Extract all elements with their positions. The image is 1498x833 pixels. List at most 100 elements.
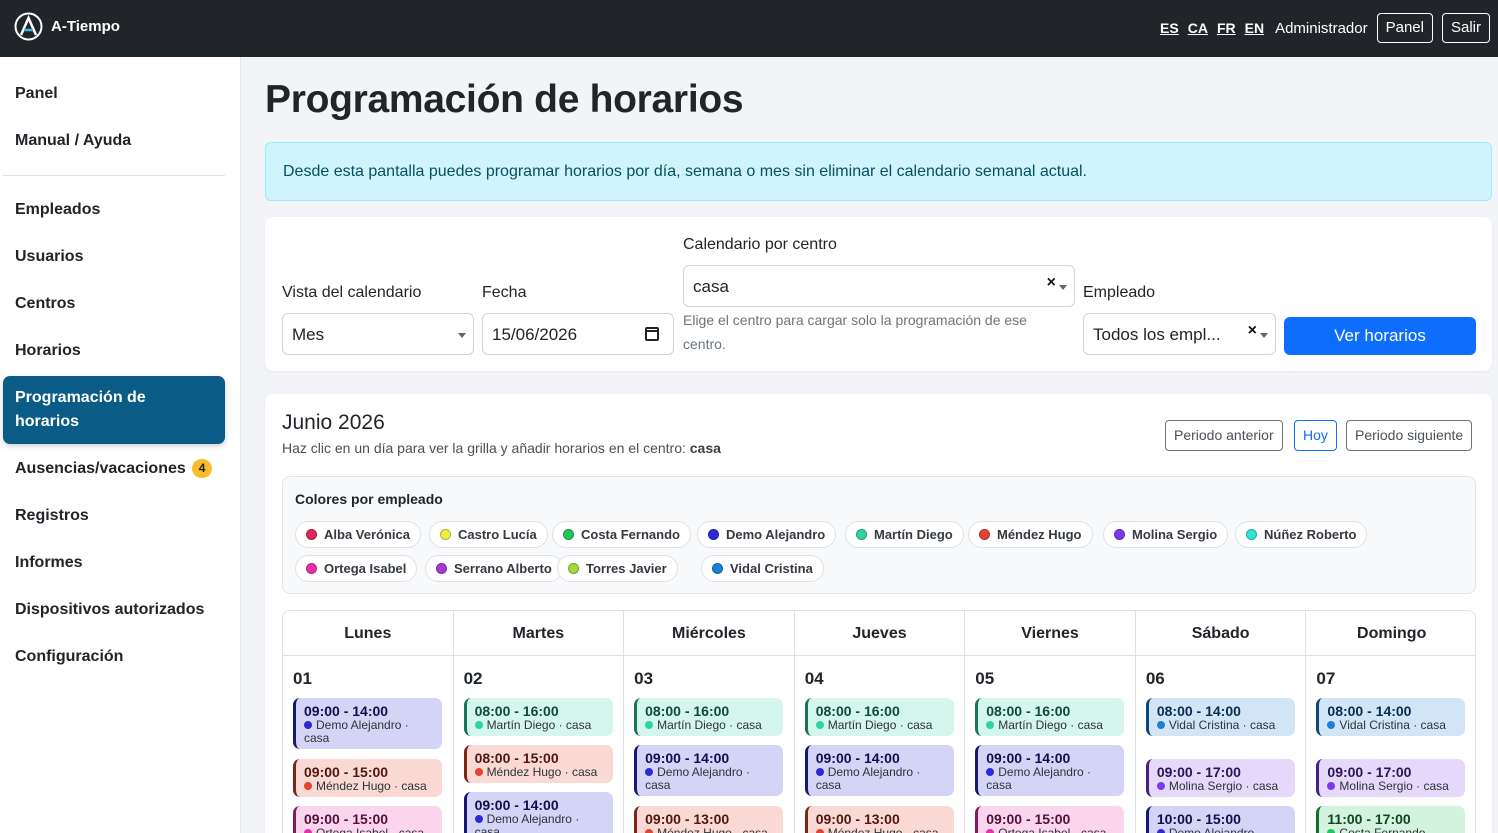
next-period-button[interactable]: Periodo siguiente <box>1346 420 1473 451</box>
day-number[interactable]: 02 <box>464 669 483 689</box>
shift-entry[interactable]: 08:00 - 16:00 Martín Diego · casa <box>975 698 1125 736</box>
lang-ca-link[interactable]: CA <box>1188 20 1208 36</box>
shift-entry[interactable]: 08:00 - 14:00 Vidal Cristina · casa <box>1145 698 1295 736</box>
color-dot-icon <box>986 768 995 776</box>
sidebar-item-usuarios[interactable]: Usuarios <box>3 245 225 269</box>
shift-entry[interactable]: 09:00 - 15:00 Ortega Isabel · casa <box>975 806 1125 833</box>
clear-icon[interactable]: × <box>1047 273 1056 293</box>
sidebar-item-panel[interactable]: Panel <box>3 82 225 106</box>
sidebar-item-configuracion[interactable]: Configuración <box>3 645 225 669</box>
employee-select[interactable]: Todos los empl... × <box>1083 313 1276 355</box>
sidebar-item-empleados[interactable]: Empleados <box>3 198 225 222</box>
day-number[interactable]: 06 <box>1146 669 1165 689</box>
day-column[interactable]: Jueves 04 08:00 - 16:00 Martín Diego · casa… <box>794 611 966 833</box>
day-column[interactable]: Miércoles 03 08:00 - 16:00 Martín Diego · c… <box>624 611 795 833</box>
prev-period-button[interactable]: Periodo anterior <box>1165 420 1283 451</box>
color-dot-icon <box>474 815 483 823</box>
day-number[interactable]: 05 <box>975 669 994 689</box>
brand[interactable]: A-Tiempo <box>14 12 120 41</box>
shift-entry[interactable]: 10:00 - 15:00Demo Alejandro · casa <box>1145 806 1295 833</box>
panel-button[interactable]: Panel <box>1376 13 1433 43</box>
calendar-icon[interactable] <box>645 327 659 341</box>
date-input[interactable]: 15/06/2026 <box>482 313 674 355</box>
lang-fr-link[interactable]: FR <box>1217 20 1236 36</box>
shift-employee-label: Martín Diego · casa <box>657 718 762 732</box>
ver-horarios-button[interactable]: Ver horarios <box>1284 317 1476 355</box>
shift-entry[interactable]: 08:00 - 16:00 Martín Diego · casa <box>634 698 784 736</box>
logout-button[interactable]: Salir <box>1441 13 1490 43</box>
calendar-card: Junio 2026 Haz clic en un día para ver l… <box>265 394 1492 833</box>
sidebar-item-horarios[interactable]: Horarios <box>3 339 225 363</box>
shift-entry[interactable]: 11:00 - 17:00Costa Fernando · casa <box>1316 806 1466 833</box>
sidebar-item-manual[interactable]: Manual / Ayuda <box>3 129 225 153</box>
sidebar-item-dispositivos[interactable]: Dispositivos autorizados <box>3 598 225 622</box>
shift-employee: Demo Alejandro · casa <box>304 719 434 745</box>
day-column[interactable]: Martes 02 08:00 - 16:00 Martín Diego · casa… <box>453 611 625 833</box>
shift-entry[interactable]: 09:00 - 14:00 Demo Alejandro · casa <box>463 792 613 833</box>
shift-entry[interactable]: 09:00 - 14:00 Demo Alejandro · casa <box>634 745 784 796</box>
weekday-header: Sábado <box>1135 611 1306 656</box>
shift-time: 08:00 - 14:00 <box>1156 703 1241 719</box>
shift-employee: Molina Sergio · casa <box>1327 780 1457 793</box>
shift-entry[interactable]: 08:00 - 15:00 Méndez Hugo · casa <box>463 745 613 783</box>
legend-chip: Costa Fernando <box>552 521 691 548</box>
shift-entry[interactable]: 09:00 - 14:00 Demo Alejandro · casa <box>293 698 442 749</box>
date-input-value: 15/06/2026 <box>492 325 578 344</box>
shift-entry[interactable]: 09:00 - 17:00 Molina Sergio · casa <box>1316 759 1466 797</box>
shift-entry[interactable]: 09:00 - 13:00 Méndez Hugo · casa <box>634 806 784 833</box>
shift-time: 09:00 - 17:00 <box>1327 764 1412 780</box>
shift-entry[interactable]: 08:00 - 16:00 Martín Diego · casa <box>804 698 954 736</box>
shift-employee: Martín Diego · casa <box>986 719 1116 732</box>
sidebar-item-ausencias[interactable]: Ausencias/vacaciones 4 <box>3 457 225 481</box>
sidebar-item-centros[interactable]: Centros <box>3 292 225 316</box>
month-grid: Lunes 01 09:00 - 14:00 Demo Alejandro · cas… <box>282 610 1476 833</box>
legend-chip-label: Molina Sergio <box>1132 527 1218 542</box>
legend-chip-label: Vidal Cristina <box>730 561 813 576</box>
color-dot-icon <box>1156 721 1165 729</box>
shift-entry[interactable]: 09:00 - 15:00 Méndez Hugo · casa <box>293 759 442 797</box>
shift-entry[interactable]: 08:00 - 16:00 Martín Diego · casa <box>463 698 613 736</box>
weekday-header: Lunes <box>283 611 453 656</box>
view-select[interactable]: Mes <box>282 313 474 355</box>
shift-entry[interactable]: 09:00 - 14:00 Demo Alejandro · casa <box>804 745 954 796</box>
info-alert: Desde esta pantalla puedes programar hor… <box>265 142 1492 201</box>
day-number[interactable]: 03 <box>634 669 653 689</box>
shift-time: 08:00 - 16:00 <box>986 703 1071 719</box>
shift-time: 09:00 - 13:00 <box>645 811 730 827</box>
color-dot-icon <box>1114 529 1125 540</box>
day-column[interactable]: Viernes 05 08:00 - 16:00 Martín Diego · cas… <box>965 611 1136 833</box>
color-dot-icon <box>563 529 574 540</box>
shift-entry[interactable]: 09:00 - 17:00 Molina Sergio · casa <box>1145 759 1295 797</box>
shift-entry[interactable]: 08:00 - 14:00 Vidal Cristina · casa <box>1316 698 1466 736</box>
shift-entry[interactable]: 09:00 - 13:00 Méndez Hugo · casa <box>804 806 954 833</box>
clear-icon[interactable]: × <box>1248 321 1257 341</box>
color-dot-icon <box>645 721 654 729</box>
day-column[interactable]: Domingo 07 08:00 - 14:00 Vidal Cristina · c… <box>1306 611 1475 833</box>
day-number[interactable]: 04 <box>805 669 824 689</box>
weekday-header: Viernes <box>965 611 1135 656</box>
shift-entry[interactable]: 09:00 - 15:00 Ortega Isabel · casa <box>293 806 442 833</box>
sidebar-item-registros[interactable]: Registros <box>3 504 225 528</box>
shift-entry[interactable]: 09:00 - 14:00 Demo Alejandro · casa <box>975 745 1125 796</box>
day-column[interactable]: Lunes 01 09:00 - 14:00 Demo Alejandro · cas… <box>283 611 454 833</box>
color-dot-icon <box>304 829 312 833</box>
day-column[interactable]: Sábado 06 08:00 - 14:00 Vidal Cristina · ca… <box>1135 611 1307 833</box>
shift-time: 09:00 - 13:00 <box>815 811 900 827</box>
shift-employee: Vidal Cristina · casa <box>1156 719 1287 732</box>
shift-time: 11:00 - 17:00 <box>1327 811 1411 827</box>
day-number[interactable]: 01 <box>293 669 312 689</box>
color-dot-icon <box>1327 721 1336 729</box>
weekday-header: Domingo <box>1306 611 1475 656</box>
today-button[interactable]: Hoy <box>1294 420 1337 451</box>
weekday-header: Martes <box>453 611 624 656</box>
color-dot-icon <box>304 721 312 729</box>
lang-es-link[interactable]: ES <box>1160 20 1179 36</box>
legend-chip-label: Costa Fernando <box>581 527 680 542</box>
center-select[interactable]: casa × <box>683 265 1075 307</box>
color-dot-icon <box>304 782 312 790</box>
shift-employee: Ortega Isabel · casa <box>986 827 1116 833</box>
sidebar-item-programacion[interactable]: Programación de horarios <box>3 376 225 444</box>
lang-en-link[interactable]: EN <box>1245 20 1264 36</box>
sidebar-item-informes[interactable]: Informes <box>3 551 225 575</box>
day-number[interactable]: 07 <box>1316 669 1335 689</box>
